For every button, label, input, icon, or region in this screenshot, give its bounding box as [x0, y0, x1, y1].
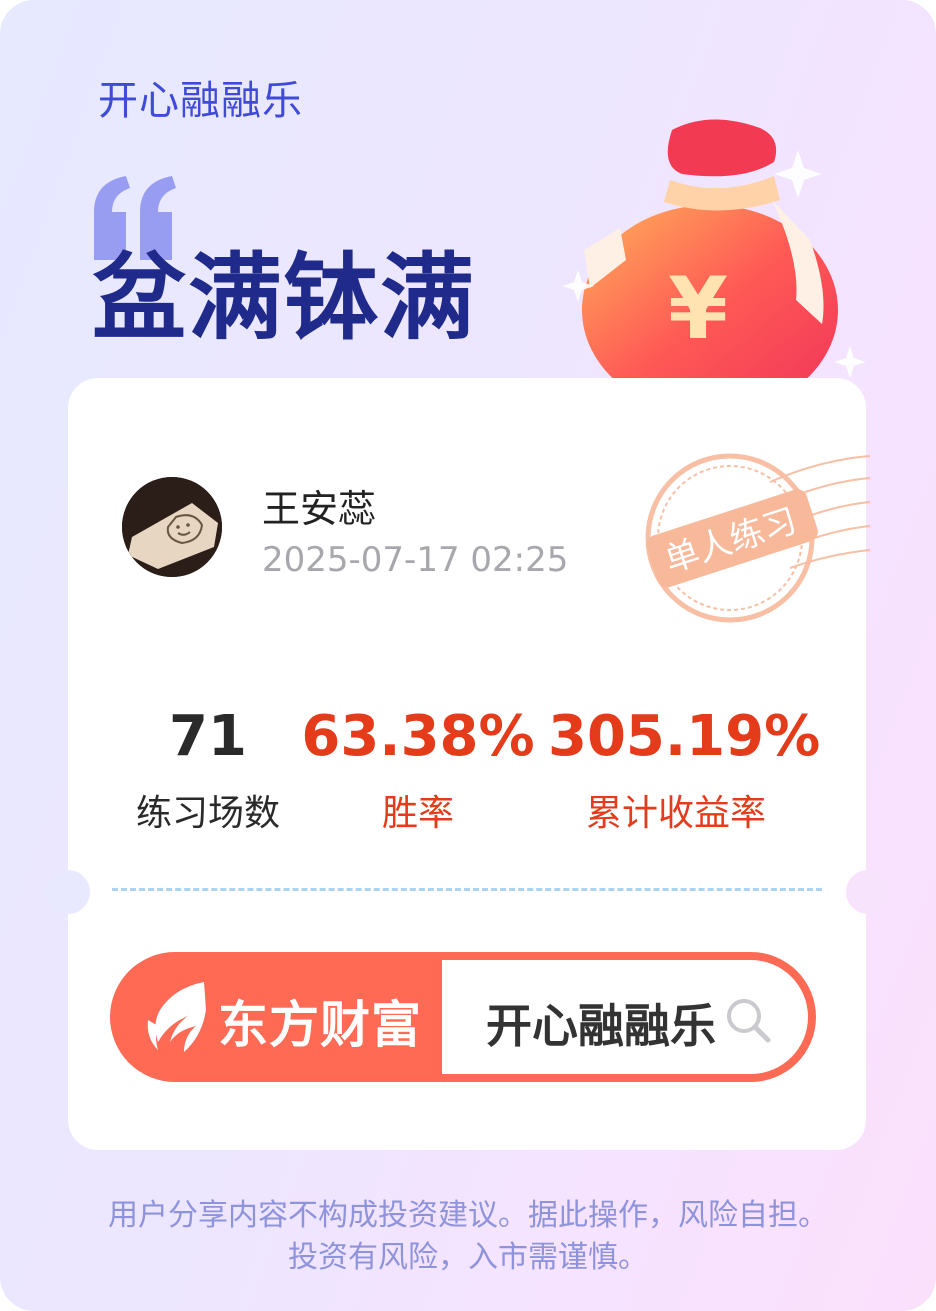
- search-query[interactable]: 开心融融乐: [486, 990, 716, 1056]
- stamp-icon: 单人练习: [645, 453, 870, 623]
- brand-title: 开心融融乐: [98, 78, 303, 124]
- headline: 盆满钵满: [92, 244, 477, 353]
- stat-cumulative-return-value: 305.19%: [548, 704, 821, 769]
- eastmoney-logo-text: 东方财富: [218, 996, 422, 1054]
- eastmoney-logo-icon: [147, 982, 206, 1052]
- stat-win-rate-label: 胜率: [381, 793, 454, 834]
- avatar[interactable]: [122, 477, 222, 577]
- ticket-notch-right: [846, 870, 890, 914]
- practice-datetime: 2025-07-17 02:25: [262, 540, 569, 580]
- stat-practice-count-value: 71: [169, 704, 247, 769]
- stat-practice-count-label: 练习场数: [135, 793, 280, 834]
- share-card-page: 开心融融乐 盆满钵满 ¥ 单人练习 王安蕊 2025-07-17 02:25 7…: [0, 0, 936, 1311]
- search-input-box[interactable]: 开心融融乐: [442, 960, 808, 1074]
- disclaimer-line-2: 投资有风险，入市需谨慎。: [288, 1240, 648, 1275]
- search-icon[interactable]: [724, 996, 772, 1044]
- search-bar[interactable]: 东方财富 开心融融乐: [110, 952, 816, 1082]
- stat-win-rate-value: 63.38%: [301, 704, 535, 769]
- ticket-notch-left: [46, 870, 90, 914]
- svg-text:¥: ¥: [668, 259, 728, 359]
- dashed-divider: [112, 888, 822, 891]
- avatar-image: [122, 477, 222, 577]
- stat-cumulative-return-label: 累计收益率: [585, 793, 766, 834]
- disclaimer-line-1: 用户分享内容不构成投资建议。据此操作，风险自担。: [108, 1198, 828, 1233]
- username: 王安蕊: [262, 487, 377, 531]
